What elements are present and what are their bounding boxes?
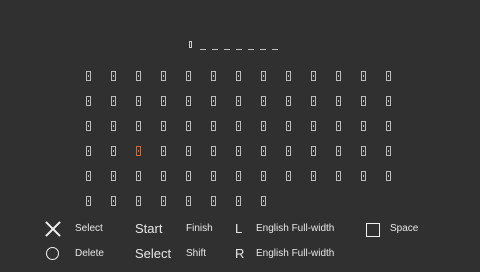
character-key[interactable] <box>161 121 166 131</box>
select-button-glyph: Select <box>135 246 172 261</box>
character-key[interactable] <box>261 121 266 131</box>
entry-slot <box>272 40 278 50</box>
character-key[interactable] <box>361 71 366 81</box>
character-key[interactable] <box>386 121 391 131</box>
cross-button-label: Select <box>75 223 103 234</box>
character-key[interactable] <box>186 121 191 131</box>
character-key[interactable] <box>336 71 341 81</box>
character-key[interactable] <box>236 121 241 131</box>
l-button-label: English Full-width <box>256 223 335 234</box>
character-key[interactable] <box>236 71 241 81</box>
r-button-glyph: R <box>235 246 245 261</box>
character-key[interactable] <box>136 96 141 106</box>
select-button-label: Shift <box>186 248 207 259</box>
cross-button-icon <box>45 221 61 237</box>
character-key[interactable] <box>136 71 141 81</box>
start-button-glyph: Start <box>135 221 163 236</box>
character-key[interactable] <box>186 171 191 181</box>
character-key[interactable] <box>86 96 91 106</box>
character-key[interactable] <box>161 196 166 206</box>
character-key[interactable] <box>311 146 316 156</box>
character-key[interactable] <box>161 171 166 181</box>
character-key[interactable] <box>361 171 366 181</box>
character-key[interactable] <box>161 146 166 156</box>
character-key[interactable] <box>386 71 391 81</box>
character-key[interactable] <box>111 71 116 81</box>
l-button-glyph: L <box>235 221 243 236</box>
character-key[interactable] <box>311 71 316 81</box>
character-key[interactable] <box>386 96 391 106</box>
character-key[interactable] <box>361 146 366 156</box>
entry-cursor <box>188 40 194 50</box>
character-key[interactable] <box>236 171 241 181</box>
character-key[interactable] <box>286 71 291 81</box>
character-key[interactable] <box>261 171 266 181</box>
character-key[interactable] <box>236 146 241 156</box>
selected-character-key[interactable] <box>136 146 141 156</box>
circle-button-icon <box>46 247 59 260</box>
character-key[interactable] <box>386 146 391 156</box>
character-key[interactable] <box>136 121 141 131</box>
entry-slot <box>248 40 254 50</box>
character-key[interactable] <box>336 146 341 156</box>
character-key[interactable] <box>211 171 216 181</box>
character-key[interactable] <box>311 171 316 181</box>
character-key[interactable] <box>261 146 266 156</box>
character-key[interactable] <box>111 121 116 131</box>
character-key[interactable] <box>161 71 166 81</box>
character-key[interactable] <box>336 121 341 131</box>
character-key[interactable] <box>286 171 291 181</box>
character-key[interactable] <box>86 146 91 156</box>
character-key[interactable] <box>161 96 166 106</box>
character-key[interactable] <box>211 146 216 156</box>
entry-slot <box>212 40 218 50</box>
character-key[interactable] <box>236 96 241 106</box>
entry-slot <box>200 40 206 50</box>
text-entry-field[interactable] <box>188 40 284 50</box>
start-button-label: Finish <box>186 223 213 234</box>
character-key[interactable] <box>336 96 341 106</box>
character-key[interactable] <box>186 146 191 156</box>
character-key[interactable] <box>86 71 91 81</box>
character-key[interactable] <box>261 96 266 106</box>
character-key[interactable] <box>336 171 341 181</box>
character-key[interactable] <box>111 146 116 156</box>
circle-button-label: Delete <box>75 248 104 259</box>
character-key[interactable] <box>361 96 366 106</box>
character-key[interactable] <box>286 121 291 131</box>
character-key[interactable] <box>111 196 116 206</box>
character-key[interactable] <box>86 121 91 131</box>
character-key[interactable] <box>386 171 391 181</box>
character-key[interactable] <box>111 96 116 106</box>
character-key[interactable] <box>236 196 241 206</box>
character-key[interactable] <box>211 71 216 81</box>
entry-slot <box>236 40 242 50</box>
character-key[interactable] <box>286 146 291 156</box>
r-button-label: English Full-width <box>256 248 335 259</box>
character-key[interactable] <box>111 171 116 181</box>
character-key[interactable] <box>86 196 91 206</box>
character-key[interactable] <box>361 121 366 131</box>
character-key[interactable] <box>86 171 91 181</box>
character-key[interactable] <box>211 196 216 206</box>
character-key[interactable] <box>261 71 266 81</box>
character-key[interactable] <box>261 196 266 206</box>
square-button-icon <box>366 223 380 237</box>
entry-slot <box>260 40 266 50</box>
character-key[interactable] <box>186 71 191 81</box>
entry-slot <box>224 40 230 50</box>
character-key[interactable] <box>311 96 316 106</box>
character-key[interactable] <box>211 96 216 106</box>
character-key[interactable] <box>311 121 316 131</box>
square-button-label: Space <box>390 223 419 234</box>
character-key[interactable] <box>136 171 141 181</box>
character-key[interactable] <box>211 121 216 131</box>
character-key[interactable] <box>186 196 191 206</box>
character-key[interactable] <box>136 196 141 206</box>
character-key[interactable] <box>186 96 191 106</box>
character-key[interactable] <box>286 96 291 106</box>
